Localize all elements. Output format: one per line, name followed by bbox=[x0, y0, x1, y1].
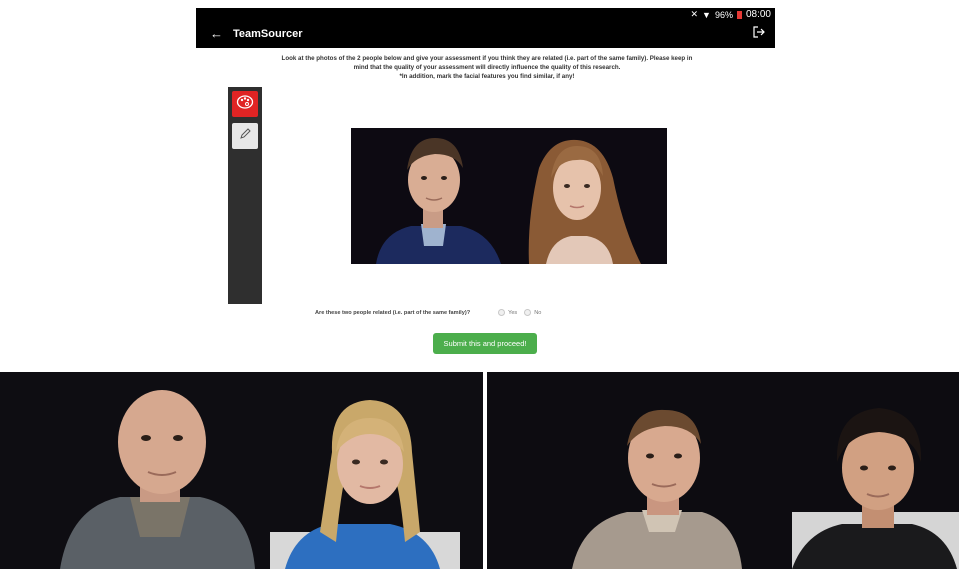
example-photo-left bbox=[0, 372, 483, 569]
radio-yes[interactable] bbox=[498, 309, 506, 316]
comparison-photo[interactable] bbox=[351, 128, 667, 264]
back-arrow-icon[interactable]: ← bbox=[210, 27, 223, 40]
instructions: Look at the photos of the 2 people below… bbox=[262, 54, 712, 81]
logout-icon[interactable] bbox=[753, 26, 765, 40]
battery-icon bbox=[736, 10, 742, 19]
mute-icon: ✕ bbox=[690, 9, 699, 19]
example-photo-left-image bbox=[0, 372, 483, 569]
battery-percent: 96% bbox=[714, 9, 733, 20]
comparison-photo-image bbox=[351, 128, 667, 264]
example-photo-right bbox=[487, 372, 959, 569]
palette-tool-button[interactable] bbox=[232, 91, 258, 117]
wifi-icon: ▼ bbox=[702, 9, 711, 20]
radio-no-label[interactable]: No bbox=[534, 310, 541, 316]
question-text: Are these two people related (i.e. part … bbox=[315, 309, 471, 316]
instructions-line-3: *In addition, mark the facial features y… bbox=[399, 73, 575, 80]
drawing-toolbar bbox=[228, 87, 262, 304]
instructions-line-1: Look at the photos of the 2 people below… bbox=[281, 55, 693, 62]
instructions-line-2: mind that the quality of your assessment… bbox=[353, 64, 621, 71]
submit-button[interactable]: Submit this and proceed! bbox=[433, 333, 537, 354]
app-bar: ✕ ▼ 96% 08:00 ← TeamSourcer bbox=[196, 8, 775, 48]
status-bar: ✕ ▼ 96% 08:00 bbox=[690, 9, 771, 20]
related-question: Are these two people related (i.e. part … bbox=[315, 309, 545, 316]
answer-radio-group: Yes No bbox=[498, 309, 545, 316]
pencil-tool-button[interactable] bbox=[232, 123, 258, 149]
app-title: TeamSourcer bbox=[233, 28, 303, 40]
example-photo-right-image bbox=[487, 372, 959, 569]
pencil-icon bbox=[238, 127, 252, 146]
status-time: 08:00 bbox=[745, 9, 771, 20]
palette-icon bbox=[236, 93, 254, 116]
radio-no[interactable] bbox=[524, 309, 532, 316]
radio-yes-label[interactable]: Yes bbox=[508, 310, 517, 316]
